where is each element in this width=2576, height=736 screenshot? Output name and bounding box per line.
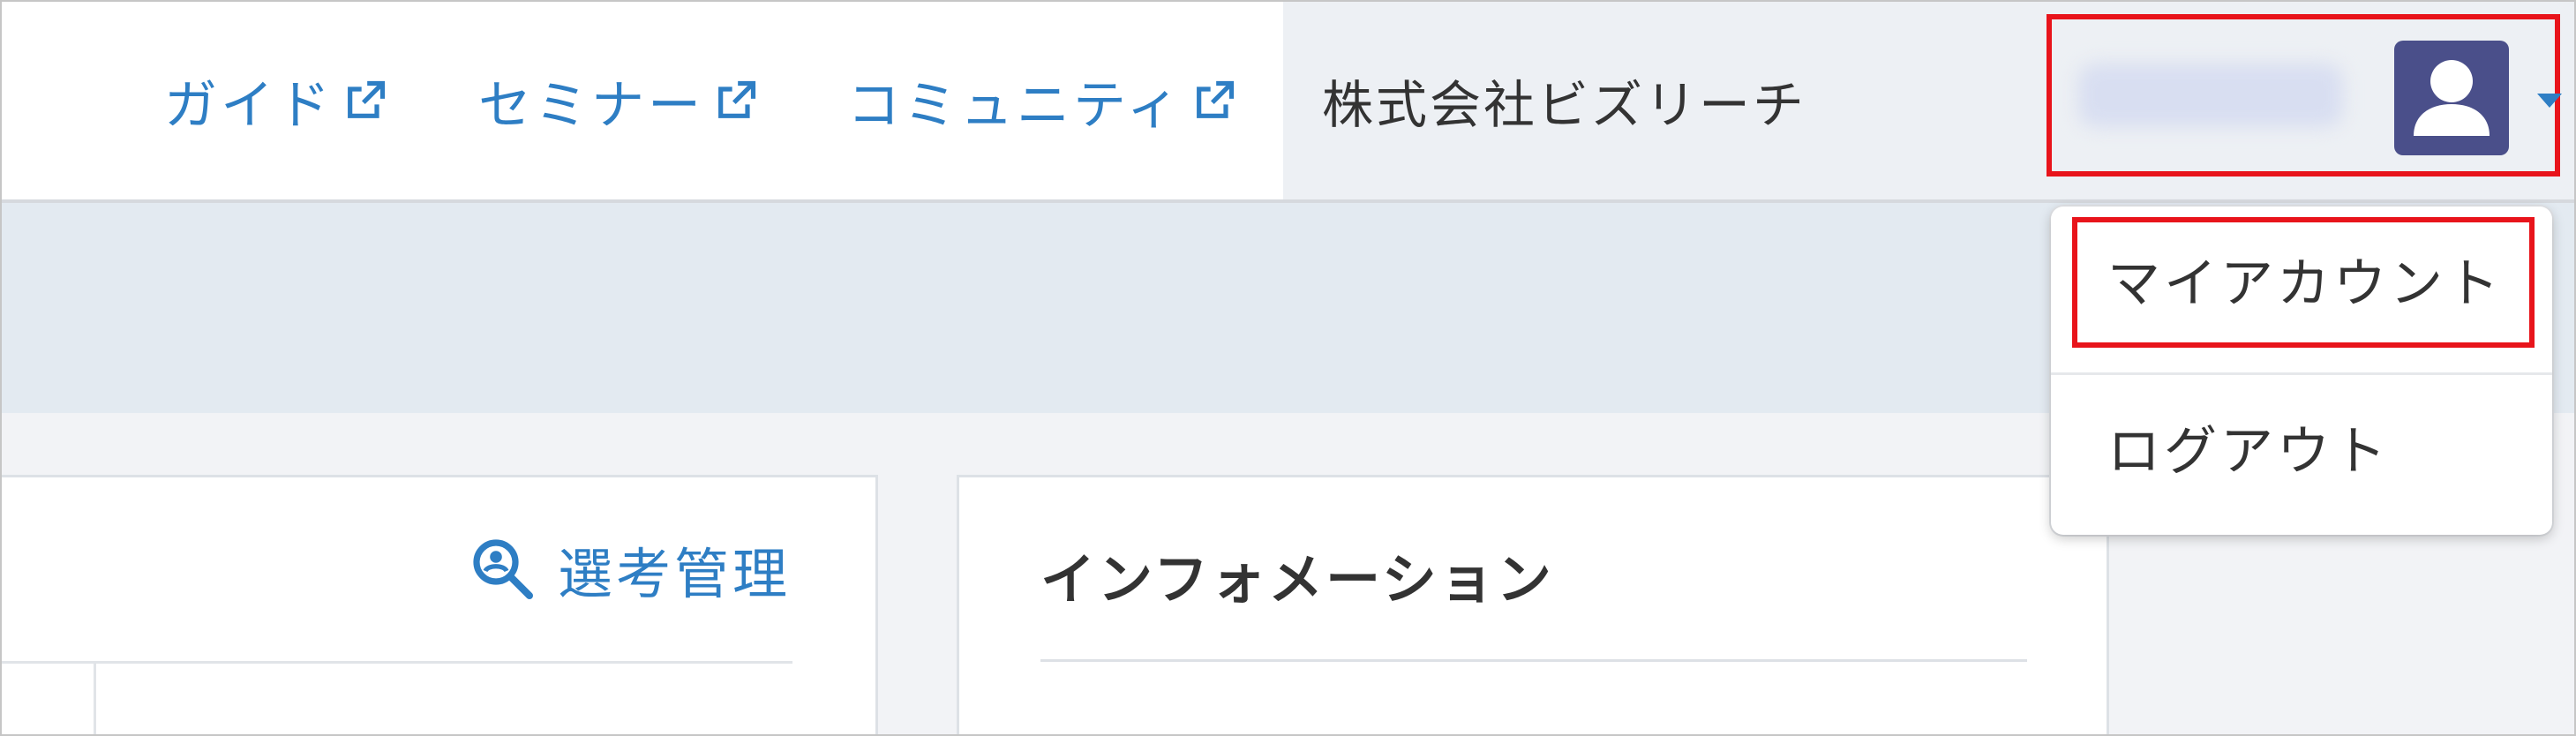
- nav-link-label: コミュニティ: [847, 74, 1183, 137]
- nav-link-community[interactable]: コミュニティ: [847, 2, 1237, 199]
- user-menu-toggle[interactable]: [2047, 14, 2562, 176]
- selection-management-label: 選考管理: [558, 542, 792, 606]
- information-panel: インフォメーション: [957, 475, 2109, 734]
- search-magnifier-icon: [473, 539, 533, 599]
- external-link-icon: [718, 80, 756, 118]
- company-name: 株式会社ビズリーチ: [1322, 75, 1807, 135]
- nav-link-seminar[interactable]: セミナー: [478, 2, 759, 199]
- menu-item-logout[interactable]: ログアウト: [2051, 385, 2552, 508]
- panel-divider: [2, 661, 792, 664]
- menu-item-my-account[interactable]: マイアカウント: [2051, 217, 2552, 341]
- user-name-blurred: [2078, 64, 2343, 127]
- external-link-icon: [348, 80, 386, 118]
- menu-item-label: マイアカウント: [2107, 252, 2503, 315]
- user-dropdown-menu: マイアカウント ログアウト: [2051, 207, 2552, 535]
- table-column-divider: [94, 664, 96, 734]
- nav-link-label: ガイド: [164, 74, 334, 137]
- caret-down-icon: [2537, 94, 2562, 108]
- menu-divider: [2051, 372, 2552, 375]
- selection-panel: 選考管理: [2, 475, 878, 734]
- menu-item-label: ログアウト: [2107, 420, 2390, 483]
- app-frame: ガイド セミナー コミュニティ 株式会社ビズリーチ 選考管理 インフォメーション…: [0, 0, 2576, 736]
- external-link-icon: [1197, 80, 1235, 118]
- top-navigation-bar: ガイド セミナー コミュニティ 株式会社ビズリーチ: [2, 2, 2574, 203]
- panel-divider: [1040, 659, 2027, 662]
- selection-management-link[interactable]: 選考管理: [468, 534, 791, 606]
- nav-link-label: セミナー: [478, 74, 704, 137]
- nav-link-guide[interactable]: ガイド: [164, 2, 388, 199]
- information-title: インフォメーション: [1040, 547, 1554, 612]
- user-avatar-icon: [2394, 41, 2509, 155]
